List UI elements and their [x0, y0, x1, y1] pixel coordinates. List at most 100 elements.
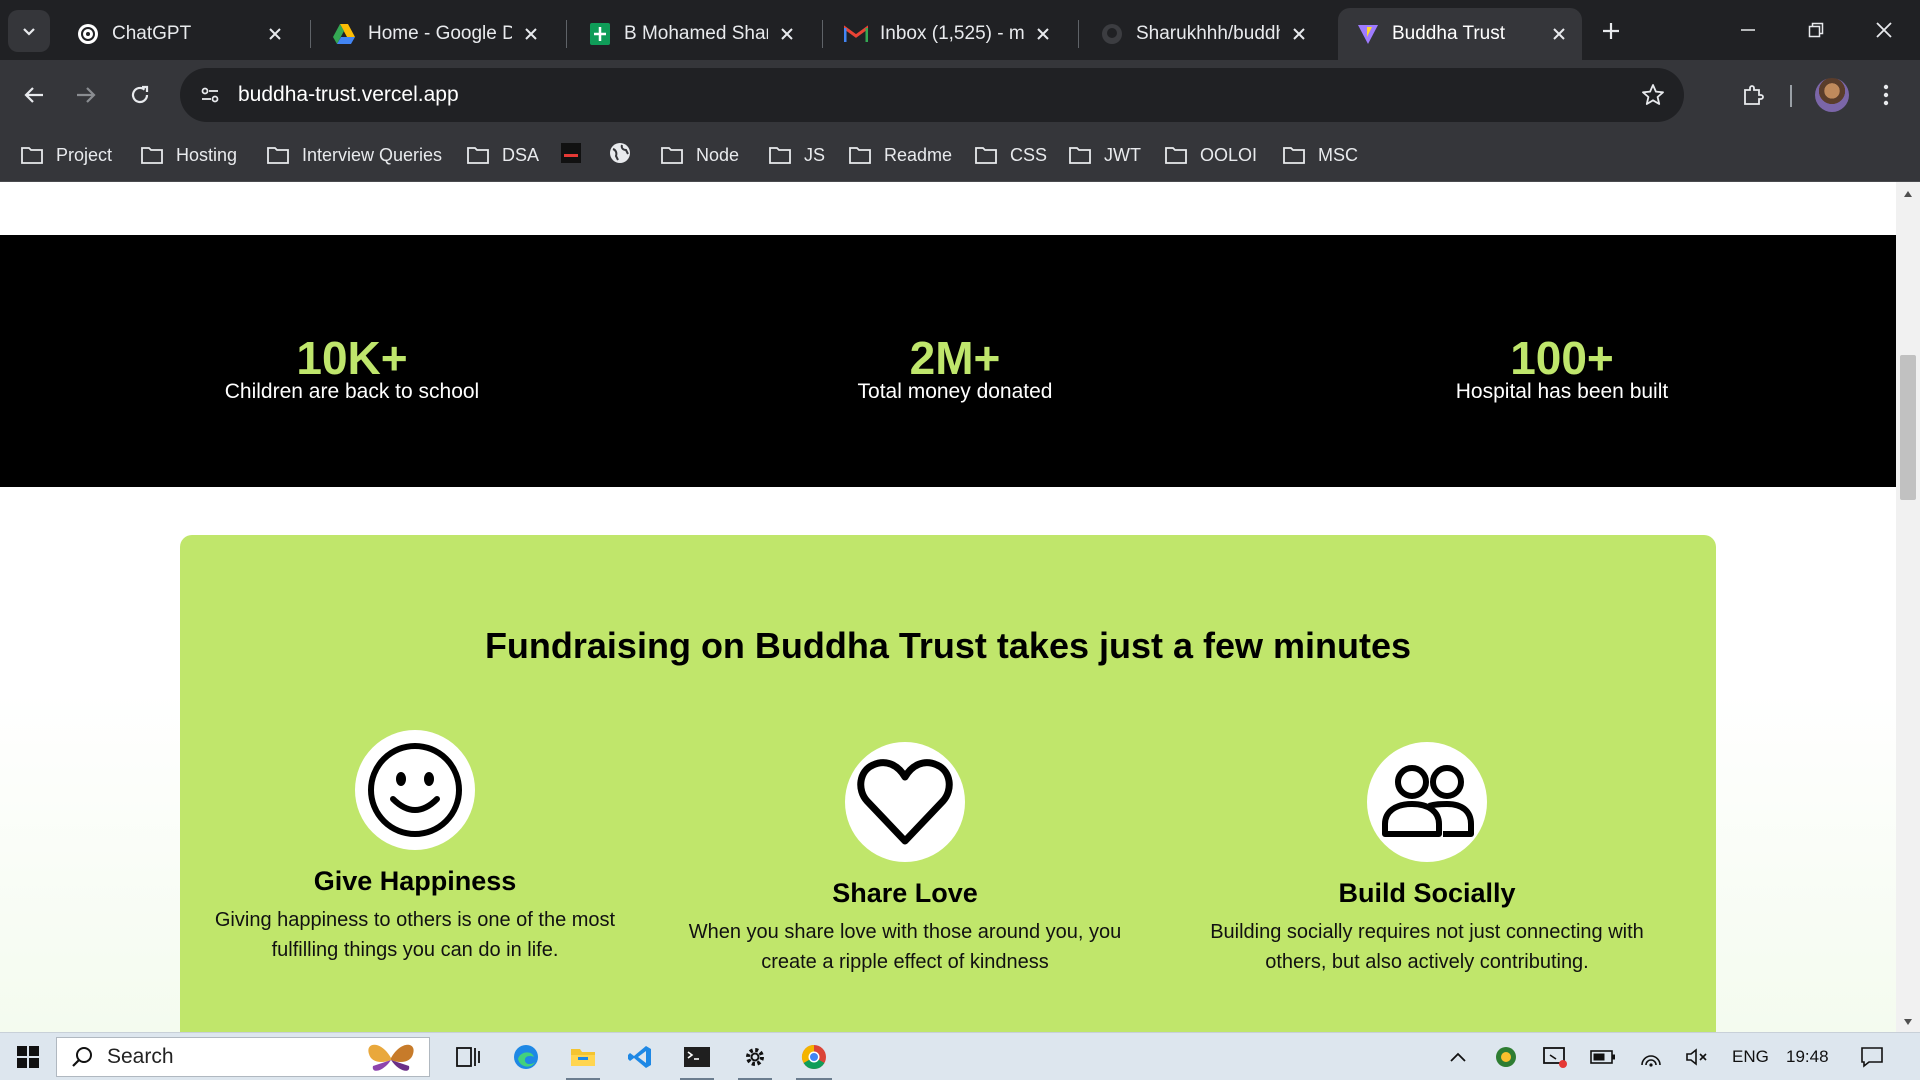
- browser-menu-button[interactable]: [1866, 75, 1906, 115]
- tab-search-button[interactable]: [8, 10, 50, 52]
- stats-section: 10K+ Children are back to school 2M+ Tot…: [0, 235, 1896, 487]
- window-close-button[interactable]: [1856, 10, 1912, 50]
- bookmark-folder-msc[interactable]: MSC: [1282, 130, 1358, 180]
- folder-icon: [848, 145, 872, 165]
- feature-give-happiness: Give Happiness Giving happiness to other…: [180, 730, 650, 965]
- page-viewport: 10K+ Children are back to school 2M+ Tot…: [0, 182, 1896, 1032]
- bookmark-folder-dsa[interactable]: DSA: [466, 130, 539, 180]
- taskbar-search-box[interactable]: Search: [56, 1037, 430, 1077]
- bookmarks-bar: Project Hosting Interview Queries DSA No…: [0, 130, 1920, 182]
- battery-icon: [1590, 1050, 1615, 1064]
- site-info-icon[interactable]: [190, 75, 230, 115]
- bookmark-folder-jwt[interactable]: JWT: [1068, 130, 1141, 180]
- arrow-right-icon: [77, 87, 96, 103]
- battery-indicator[interactable]: [1586, 1033, 1620, 1080]
- bookmark-star-icon[interactable]: [1636, 78, 1670, 112]
- stat-value: 10K+: [296, 332, 408, 384]
- bookmark-site-favicon[interactable]: [560, 130, 582, 180]
- scroll-down-icon[interactable]: [1902, 1016, 1914, 1028]
- butterfly-icon: [359, 1038, 423, 1076]
- bookmark-folder-ooloi[interactable]: OOLOI: [1164, 130, 1257, 180]
- tab-separator: [822, 20, 823, 48]
- feature-icon-circle: [355, 730, 475, 850]
- bookmark-folder-css[interactable]: CSS: [974, 130, 1047, 180]
- close-icon[interactable]: [776, 23, 798, 45]
- folder-icon: [20, 145, 44, 165]
- bookmark-folder-readme[interactable]: Readme: [848, 130, 952, 180]
- terminal-app[interactable]: [672, 1033, 722, 1080]
- vite-icon: [1356, 22, 1380, 46]
- profile-avatar[interactable]: [1815, 78, 1849, 112]
- task-view-icon: [456, 1047, 480, 1067]
- bookmark-label: OOLOI: [1200, 144, 1258, 165]
- folder-icon: [1164, 145, 1188, 165]
- chevron-up-icon: [1450, 1052, 1466, 1062]
- tab-google-sheets[interactable]: B Mohamed Sharu: [570, 8, 810, 60]
- feature-description: Building socially requires not just conn…: [1210, 921, 1644, 973]
- bookmark-folder-hosting[interactable]: Hosting: [140, 130, 237, 180]
- feature-title: Give Happiness: [313, 866, 517, 896]
- forward-button[interactable]: [66, 75, 106, 115]
- tab-buddha-trust[interactable]: Buddha Trust: [1338, 8, 1582, 60]
- tab-title: B Mohamed Sharu: [624, 23, 768, 44]
- people-icon: [1382, 765, 1474, 837]
- settings-app[interactable]: [730, 1033, 780, 1080]
- stat-value: 2M+: [909, 332, 1001, 384]
- close-icon[interactable]: [520, 23, 542, 45]
- scroll-up-icon[interactable]: [1902, 188, 1914, 200]
- bookmark-folder-js[interactable]: JS: [768, 130, 825, 180]
- bookmark-folder-project[interactable]: Project: [20, 130, 112, 180]
- feature-icon-circle: [845, 742, 965, 862]
- tab-title: Buddha Trust: [1392, 23, 1506, 44]
- restore-button[interactable]: [1788, 10, 1844, 50]
- notifications-button[interactable]: [1852, 1033, 1892, 1080]
- close-icon[interactable]: [1548, 23, 1570, 45]
- google-sheets-icon: [588, 22, 612, 46]
- language-indicator[interactable]: ENG: [1732, 1033, 1769, 1080]
- close-icon[interactable]: [264, 23, 286, 45]
- address-bar[interactable]: buddha-trust.vercel.app: [180, 68, 1684, 122]
- gear-icon: [746, 1048, 764, 1066]
- arrow-left-icon: [24, 87, 43, 103]
- toolbar-divider: [1790, 85, 1792, 107]
- vscode-app[interactable]: [616, 1033, 664, 1080]
- edge-app[interactable]: [502, 1033, 550, 1080]
- network-indicator[interactable]: [1634, 1033, 1668, 1080]
- bookmark-folder-node[interactable]: Node: [660, 130, 739, 180]
- page-scrollbar[interactable]: [1896, 182, 1920, 1032]
- back-button[interactable]: [14, 75, 54, 115]
- tab-github[interactable]: Sharukhhh/buddh: [1082, 8, 1322, 60]
- chrome-app[interactable]: [788, 1033, 840, 1080]
- tab-google-drive[interactable]: Home - Google Dr: [314, 8, 554, 60]
- tab-title: Sharukhhh/buddh: [1136, 23, 1280, 44]
- tray-app[interactable]: [1490, 1033, 1522, 1080]
- url-text[interactable]: buddha-trust.vercel.app: [238, 83, 459, 107]
- file-explorer-app[interactable]: [558, 1033, 608, 1080]
- tab-title: Inbox (1,525) - msl: [880, 23, 1024, 44]
- tab-title: Home - Google Dr: [368, 23, 512, 44]
- tab-chatgpt[interactable]: ChatGPT: [58, 8, 298, 60]
- new-tab-button[interactable]: [1594, 14, 1628, 48]
- reload-button[interactable]: [120, 75, 160, 115]
- search-icon: [71, 1046, 93, 1068]
- tab-title: ChatGPT: [112, 23, 192, 44]
- bookmark-globe[interactable]: [608, 130, 632, 180]
- bookmark-label: JS: [804, 144, 826, 165]
- task-view-button[interactable]: [444, 1033, 492, 1080]
- chrome-icon: [801, 1045, 826, 1070]
- clock[interactable]: 19:48: [1786, 1033, 1829, 1080]
- extensions-button[interactable]: [1733, 75, 1773, 115]
- volume-indicator[interactable]: [1680, 1033, 1714, 1080]
- show-hidden-icons-button[interactable]: [1442, 1033, 1474, 1080]
- screen-record-tray[interactable]: [1538, 1033, 1572, 1080]
- stat-value: 100+: [1510, 332, 1614, 384]
- start-button[interactable]: [6, 1033, 50, 1080]
- scrollbar-thumb[interactable]: [1900, 355, 1916, 500]
- bookmark-folder-interview-queries[interactable]: Interview Queries: [266, 130, 442, 180]
- tab-separator: [310, 20, 311, 48]
- minimize-button[interactable]: [1720, 10, 1776, 50]
- close-icon[interactable]: [1288, 23, 1310, 45]
- tab-gmail[interactable]: Inbox (1,525) - msl: [826, 8, 1066, 60]
- close-icon[interactable]: [1032, 23, 1054, 45]
- volume-muted-icon: [1686, 1048, 1707, 1066]
